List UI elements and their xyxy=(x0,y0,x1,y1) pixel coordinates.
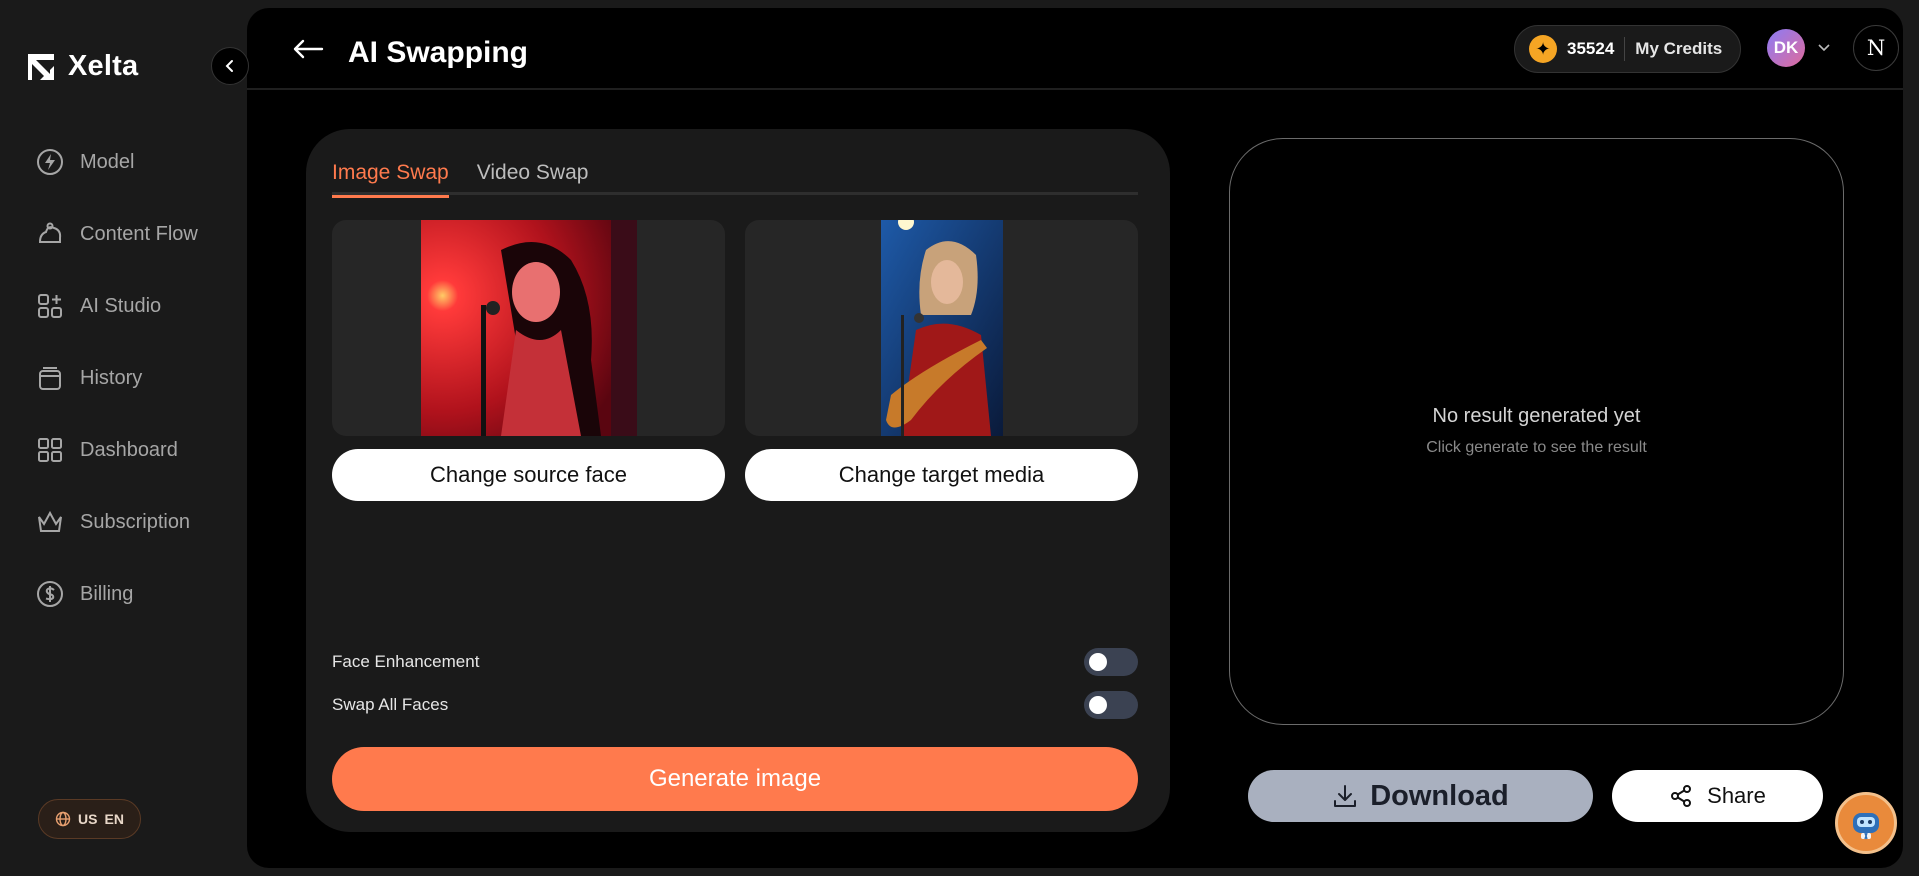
sidebar-nav: Model Content Flow AI Studio History Das… xyxy=(36,126,198,630)
sidebar-item-model[interactable]: Model xyxy=(36,126,198,198)
sidebar-item-label: Billing xyxy=(80,582,134,605)
download-icon xyxy=(1334,785,1357,807)
share-icon xyxy=(1671,785,1692,807)
language-code: EN xyxy=(104,811,124,827)
face-enhancement-label: Face Enhancement xyxy=(332,652,480,671)
sidebar-item-label: Subscription xyxy=(80,510,191,533)
back-button[interactable] xyxy=(292,38,324,65)
swap-tabs: Image Swap Video Swap xyxy=(332,161,1138,198)
change-source-face-button[interactable]: Change source face xyxy=(332,449,725,501)
coin-icon: ✦ xyxy=(1529,35,1557,63)
divider xyxy=(1624,37,1626,61)
sidebar-item-label: AI Studio xyxy=(80,294,162,317)
result-empty-title: No result generated yet xyxy=(1432,405,1641,427)
sidebar-item-label: Content Flow xyxy=(80,222,198,245)
toggle-knob xyxy=(1089,653,1107,671)
target-media-image xyxy=(881,220,1003,436)
sidebar-item-label: Model xyxy=(80,150,135,173)
source-face-card xyxy=(332,220,725,436)
notification-badge[interactable]: N xyxy=(1853,25,1899,71)
swap-all-faces-label: Swap All Faces xyxy=(332,695,449,714)
result-empty-subtitle: Click generate to see the result xyxy=(1426,439,1647,456)
robot-assistant-icon xyxy=(1853,813,1879,840)
top-bar: AI Swapping ✦ 35524 My Credits DK N xyxy=(247,8,1903,90)
sidebar-item-billing[interactable]: Billing xyxy=(36,558,198,630)
result-preview: No result generated yet Click generate t… xyxy=(1229,138,1844,725)
tab-image-swap[interactable]: Image Swap xyxy=(332,161,449,198)
bolt-circle-icon xyxy=(36,148,64,176)
credits-badge[interactable]: ✦ 35524 My Credits xyxy=(1514,25,1741,73)
dollar-circle-icon xyxy=(36,580,64,608)
toggle-knob xyxy=(1089,696,1107,714)
grid-plus-icon xyxy=(36,292,64,320)
history-box-icon xyxy=(36,364,64,392)
sidebar-item-dashboard[interactable]: Dashboard xyxy=(36,414,198,486)
sidebar-item-history[interactable]: History xyxy=(36,342,198,414)
swap-all-faces-row: Swap All Faces xyxy=(332,691,1138,719)
sidebar-item-label: History xyxy=(80,366,143,389)
source-face-image xyxy=(421,220,637,436)
avatar[interactable]: DK xyxy=(1767,29,1805,67)
download-label: Download xyxy=(1370,779,1509,812)
chevron-down-icon[interactable] xyxy=(1818,44,1830,52)
share-button[interactable]: Share xyxy=(1612,770,1823,822)
language-selector[interactable]: US EN xyxy=(38,799,141,839)
face-enhancement-toggle[interactable] xyxy=(1084,648,1138,676)
sidebar-item-subscription[interactable]: Subscription xyxy=(36,486,198,558)
arrow-left-icon xyxy=(293,39,324,59)
swap-all-faces-toggle[interactable] xyxy=(1084,691,1138,719)
tab-video-swap[interactable]: Video Swap xyxy=(477,161,589,195)
globe-icon xyxy=(55,811,71,827)
main-area: AI Swapping ✦ 35524 My Credits DK N Imag… xyxy=(247,8,1903,868)
target-media-card xyxy=(745,220,1138,436)
download-button[interactable]: Download xyxy=(1248,770,1593,822)
sidebar-item-content-flow[interactable]: Content Flow xyxy=(36,198,198,270)
app-logo[interactable]: Xelta xyxy=(26,50,138,83)
face-enhancement-row: Face Enhancement xyxy=(332,648,1138,676)
credits-label: My Credits xyxy=(1635,39,1723,58)
page-title: AI Swapping xyxy=(348,36,528,69)
chevron-left-icon xyxy=(225,60,233,72)
change-target-media-button[interactable]: Change target media xyxy=(745,449,1138,501)
swap-panel: Image Swap Video Swap Change source face… xyxy=(306,129,1170,832)
generate-image-button[interactable]: Generate image xyxy=(332,747,1138,811)
sidebar-item-label: Dashboard xyxy=(80,438,178,461)
chat-assistant-button[interactable] xyxy=(1835,792,1897,854)
language-region: US xyxy=(78,811,98,827)
content-flow-icon xyxy=(36,220,64,248)
xelta-logo-icon xyxy=(28,53,54,80)
credits-amount: 35524 xyxy=(1567,39,1615,58)
sidebar: Xelta Model Content Flow AI Studio Histo… xyxy=(0,0,247,876)
dashboard-grid-icon xyxy=(36,436,64,464)
crown-icon xyxy=(36,508,64,536)
sidebar-item-ai-studio[interactable]: AI Studio xyxy=(36,270,198,342)
collapse-sidebar-button[interactable] xyxy=(211,47,249,85)
share-label: Share xyxy=(1707,783,1766,808)
app-name: Xelta xyxy=(68,50,139,82)
